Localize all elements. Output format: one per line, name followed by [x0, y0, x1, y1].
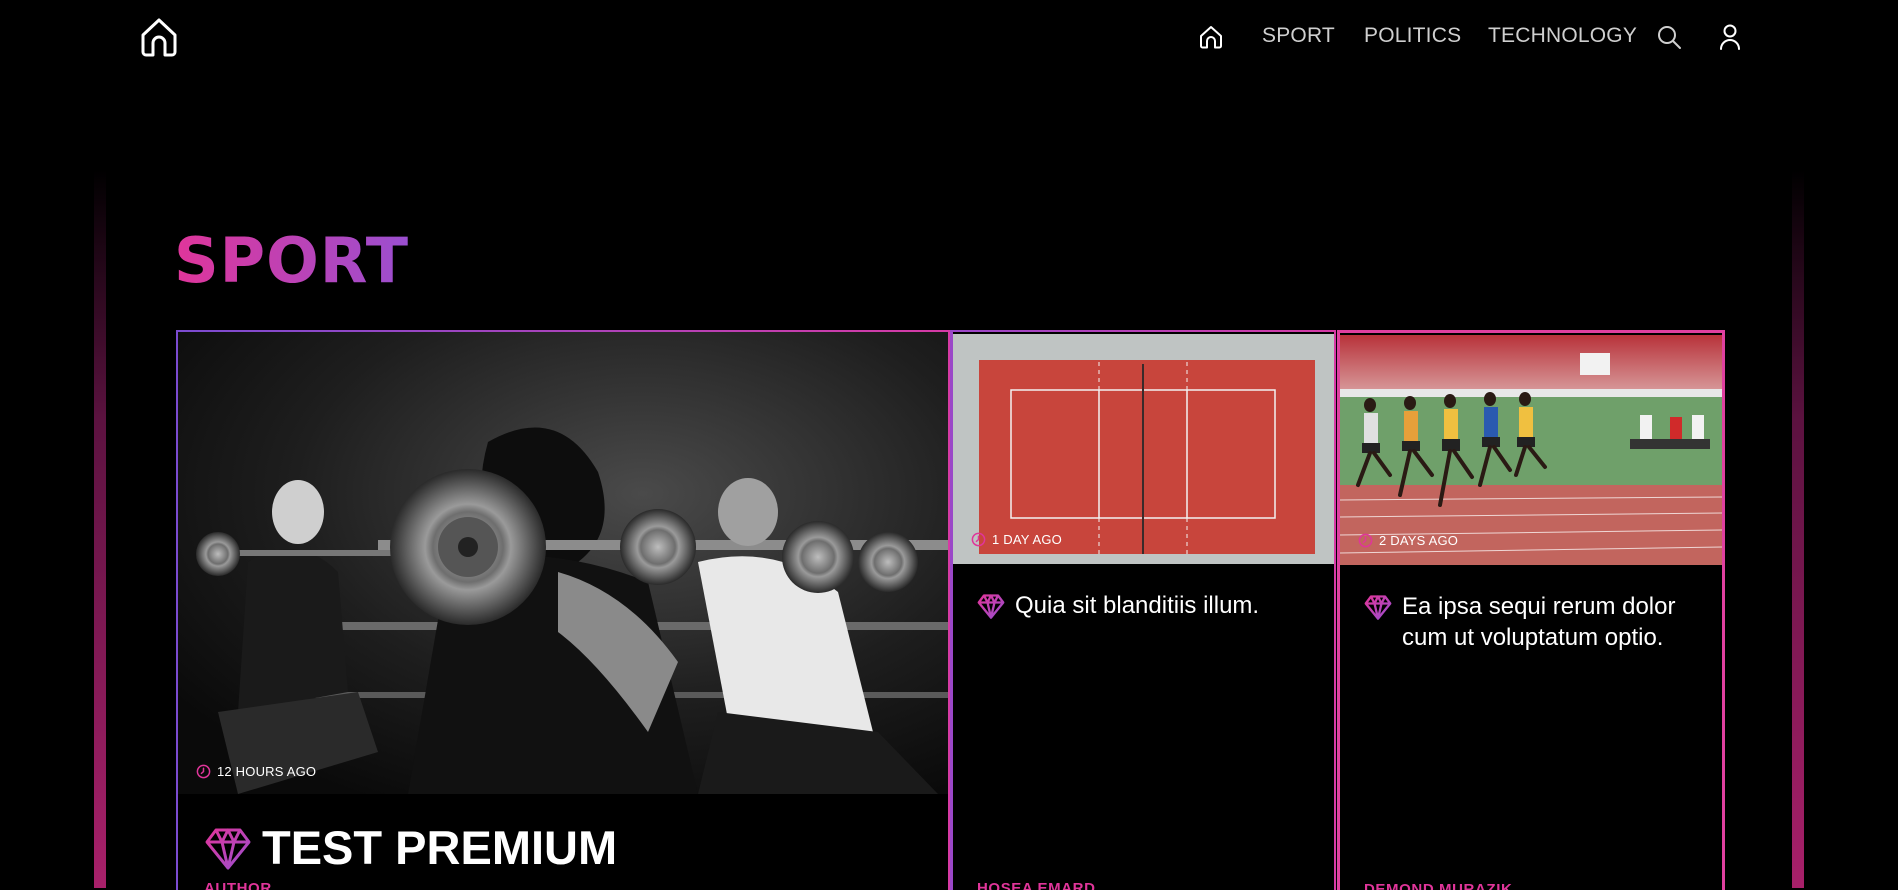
- time-label: 12 HOURS AGO: [217, 764, 317, 779]
- article-card-featured[interactable]: 12 HOURS AGO TEST PREMIUM AUTHOR: [176, 330, 950, 890]
- article-image[interactable]: [178, 332, 948, 794]
- author-name[interactable]: AUTHOR: [204, 880, 272, 890]
- time-badge: 12 HOURS AGO: [196, 764, 316, 779]
- home-outline-icon[interactable]: [138, 16, 180, 58]
- article-image[interactable]: [1340, 335, 1722, 565]
- section-frame-left: [94, 170, 106, 888]
- article-title[interactable]: Ea ipsa sequi rerum dolor cum ut volupta…: [1364, 591, 1704, 653]
- diamond-icon: [977, 594, 1005, 619]
- article-image[interactable]: [953, 334, 1334, 564]
- article-title-text[interactable]: TEST PREMIUM: [262, 820, 617, 876]
- diamond-icon: [205, 828, 251, 870]
- author-name[interactable]: DEMOND MURAZIK: [1364, 881, 1512, 890]
- time-label: 2 DAYS AGO: [1379, 533, 1459, 548]
- article-card[interactable]: 1 DAY AGO Quia sit blanditiis illum. HOS…: [950, 330, 1336, 890]
- time-badge: 1 DAY AGO: [971, 532, 1062, 547]
- diamond-icon: [1364, 595, 1392, 620]
- time-label: 1 DAY AGO: [992, 532, 1062, 547]
- section-frame-right: [1792, 170, 1804, 888]
- article-title-text[interactable]: Ea ipsa sequi rerum dolor cum ut volupta…: [1402, 591, 1704, 653]
- article-title[interactable]: TEST PREMIUM: [204, 820, 617, 876]
- user-icon[interactable]: [1717, 23, 1743, 51]
- track-photo: [1340, 335, 1722, 565]
- clock-icon: [1358, 533, 1373, 548]
- section-title: SPORT: [174, 224, 410, 297]
- nav-link-sport[interactable]: SPORT: [1262, 24, 1335, 48]
- weightlifting-photo: [178, 332, 948, 794]
- top-navigation: SPORT POLITICS TECHNOLOGY: [0, 0, 1898, 74]
- clock-icon: [196, 764, 211, 779]
- nav-link-politics[interactable]: POLITICS: [1364, 24, 1461, 48]
- nav-link-technology[interactable]: TECHNOLOGY: [1488, 24, 1637, 48]
- time-badge: 2 DAYS AGO: [1358, 533, 1458, 548]
- article-title[interactable]: Quia sit blanditiis illum.: [977, 590, 1317, 621]
- author-name[interactable]: HOSEA EMARD: [977, 880, 1096, 890]
- search-icon[interactable]: [1656, 24, 1682, 50]
- home-icon[interactable]: [1198, 24, 1224, 50]
- article-title-text[interactable]: Quia sit blanditiis illum.: [1015, 590, 1259, 621]
- article-card[interactable]: 2 DAYS AGO Ea ipsa sequi rerum dolor cum…: [1337, 330, 1725, 890]
- clock-icon: [971, 532, 986, 547]
- court-photo: [953, 334, 1334, 564]
